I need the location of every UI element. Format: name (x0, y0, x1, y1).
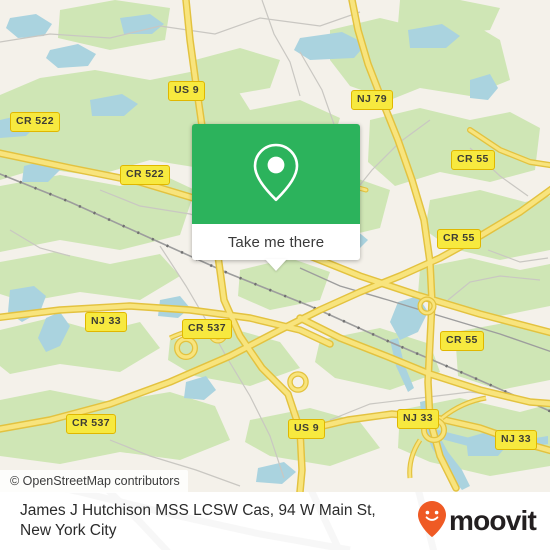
map-attribution[interactable]: © OpenStreetMap contributors (0, 470, 188, 493)
road-shield: NJ 79 (351, 90, 394, 110)
moovit-logo[interactable]: moovit (417, 500, 537, 543)
moovit-wordmark: moovit (449, 505, 537, 536)
popup-card-tail (265, 259, 287, 271)
road-shield: US 9 (288, 419, 325, 439)
popup-card-header (192, 124, 360, 224)
moovit-smiley-pin-icon (417, 500, 447, 543)
road-shield: CR 55 (437, 229, 481, 249)
popup-card-footer[interactable]: Take me there (192, 224, 360, 271)
road-shield: US 9 (168, 81, 205, 101)
road-shield: CR 55 (451, 150, 495, 170)
location-pin-icon (250, 141, 302, 208)
road-shield: NJ 33 (85, 312, 128, 332)
road-shield: NJ 33 (495, 430, 538, 450)
road-shield: CR 537 (182, 319, 233, 339)
road-shield: CR 55 (440, 331, 484, 351)
road-shield: CR 537 (66, 414, 117, 434)
road-shield: CR 522 (120, 165, 171, 185)
location-popup-card[interactable]: Take me there (192, 124, 360, 271)
road-shield: CR 522 (10, 112, 61, 132)
map-screenshot: US 9 CR 522 CR 522 NJ 79 CR 55 CR 55 NJ 33 CR 5… (0, 0, 550, 550)
road-shield: NJ 33 (397, 409, 440, 429)
footer-bar: James J Hutchison MSS LCSW Cas, 94 W Mai… (0, 492, 550, 550)
place-title: James J Hutchison MSS LCSW Cas, 94 W Mai… (20, 501, 376, 539)
take-me-there-button[interactable]: Take me there (228, 234, 324, 251)
